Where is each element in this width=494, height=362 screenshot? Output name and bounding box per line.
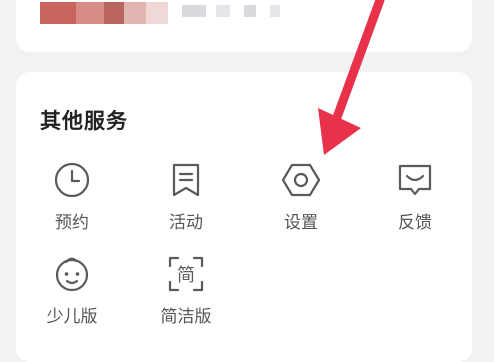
blurred-profile-avatar: [40, 2, 168, 24]
service-activity[interactable]: 活动: [146, 160, 226, 233]
service-appointment[interactable]: 预约: [32, 160, 112, 233]
other-services-card: 其他服务 预约 活动 设置 反馈 少儿版 简 简洁版: [16, 72, 472, 362]
service-kids-mode[interactable]: 少儿版: [32, 254, 112, 327]
service-feedback[interactable]: 反馈: [375, 160, 455, 233]
service-simple-mode[interactable]: 简 简洁版: [146, 254, 226, 327]
svg-text:简: 简: [177, 265, 195, 286]
service-label: 活动: [169, 213, 203, 233]
service-settings[interactable]: 设置: [261, 160, 341, 233]
feedback-chat-icon: [398, 164, 432, 196]
service-label: 简洁版: [160, 307, 212, 327]
simple-mode-icon: 简: [168, 256, 204, 292]
clock-icon: [54, 162, 90, 198]
blurred-profile-text: [182, 5, 292, 17]
service-label: 少儿版: [46, 307, 98, 327]
section-title: 其他服务: [40, 109, 128, 133]
hexagon-gear-icon: [281, 163, 321, 197]
service-label: 设置: [284, 213, 318, 233]
service-label: 预约: [55, 213, 89, 233]
bookmark-note-icon: [172, 163, 200, 197]
service-label: 反馈: [398, 213, 432, 233]
profile-card: [16, 0, 472, 52]
child-face-icon: [55, 257, 89, 292]
